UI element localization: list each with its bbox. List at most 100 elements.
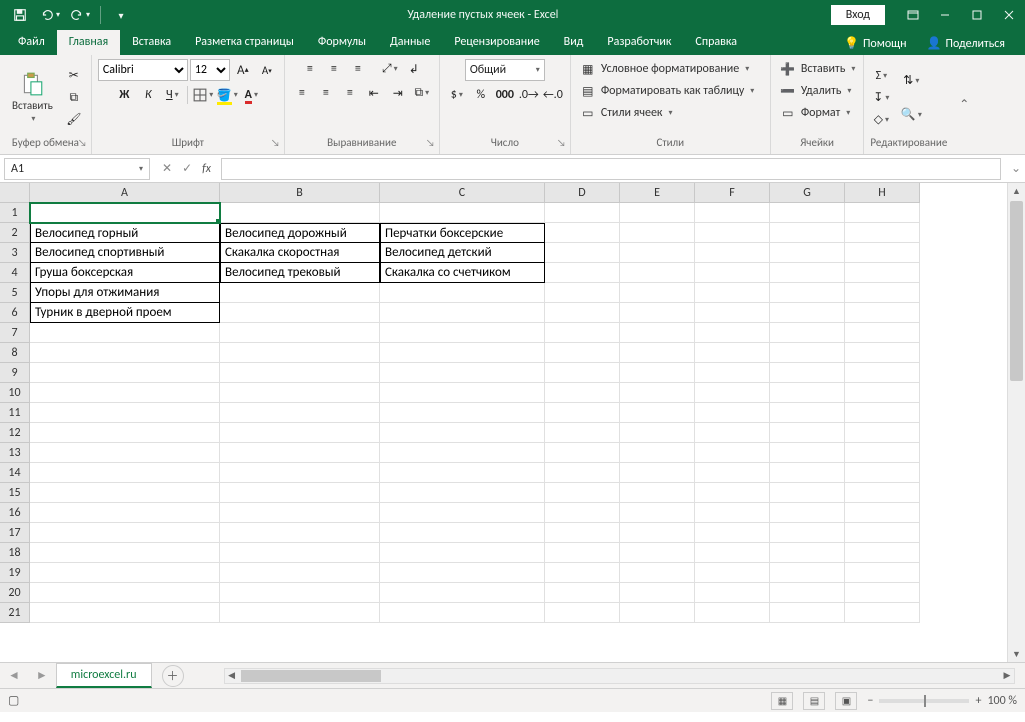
cell[interactable] [380, 603, 545, 623]
sort-filter-icon[interactable]: ⇅▾ [900, 65, 922, 97]
cell[interactable] [545, 503, 620, 523]
fx-icon[interactable]: fx [202, 162, 211, 176]
cell[interactable] [695, 443, 770, 463]
cell[interactable] [380, 463, 545, 483]
cell[interactable] [30, 383, 220, 403]
cell[interactable] [380, 583, 545, 603]
cell[interactable] [30, 483, 220, 503]
cell[interactable] [695, 503, 770, 523]
cell[interactable] [380, 343, 545, 363]
scroll-down-icon[interactable]: ▼ [1008, 646, 1025, 662]
tab-главная[interactable]: Главная [57, 30, 120, 55]
row-header[interactable]: 3 [0, 243, 30, 263]
row-header[interactable]: 8 [0, 343, 30, 363]
cell[interactable] [545, 523, 620, 543]
column-header[interactable]: E [620, 183, 695, 203]
cell[interactable] [845, 223, 920, 243]
scroll-left-icon[interactable]: ◀ [225, 669, 239, 683]
record-macro-icon[interactable]: ▢ [8, 693, 19, 708]
tab-формулы[interactable]: Формулы [306, 30, 378, 55]
cell[interactable] [30, 583, 220, 603]
cell[interactable] [545, 243, 620, 263]
cell[interactable] [620, 583, 695, 603]
cell[interactable] [545, 283, 620, 303]
cell[interactable] [845, 443, 920, 463]
cell[interactable] [30, 563, 220, 583]
cell[interactable] [380, 323, 545, 343]
cell[interactable] [695, 583, 770, 603]
cell[interactable] [770, 483, 845, 503]
cell[interactable]: Велосипед трековый [220, 263, 380, 283]
decrease-decimal-icon[interactable]: ←.0 [542, 85, 564, 105]
cell[interactable] [845, 463, 920, 483]
cell[interactable] [220, 483, 380, 503]
cell[interactable] [220, 283, 380, 303]
format-cells-button[interactable]: ▭Формат▾ [777, 103, 853, 123]
cell[interactable] [620, 203, 695, 223]
cell[interactable] [695, 483, 770, 503]
format-painter-icon[interactable]: 🖌 [63, 110, 85, 130]
cell[interactable] [845, 263, 920, 283]
cell[interactable] [220, 323, 380, 343]
cell[interactable] [695, 463, 770, 483]
cell[interactable] [380, 523, 545, 543]
cell[interactable] [770, 503, 845, 523]
cell[interactable] [770, 523, 845, 543]
cell[interactable] [695, 243, 770, 263]
cell[interactable] [545, 403, 620, 423]
cell[interactable] [220, 503, 380, 523]
currency-icon[interactable]: $▾ [446, 85, 468, 105]
comma-icon[interactable]: 000 [494, 85, 516, 105]
cell[interactable] [620, 303, 695, 323]
align-center-icon[interactable]: ≡ [315, 83, 337, 103]
row-header[interactable]: 19 [0, 563, 30, 583]
cell[interactable] [770, 403, 845, 423]
ribbon-display-icon[interactable] [899, 1, 927, 29]
cell[interactable] [695, 383, 770, 403]
cell[interactable] [845, 363, 920, 383]
row-header[interactable]: 17 [0, 523, 30, 543]
cell[interactable] [845, 203, 920, 223]
cell[interactable] [695, 363, 770, 383]
cell[interactable] [30, 403, 220, 423]
cell[interactable] [220, 343, 380, 363]
maximize-icon[interactable] [963, 1, 991, 29]
cell[interactable] [695, 523, 770, 543]
vertical-scrollbar[interactable]: ▲ ▼ [1007, 183, 1025, 662]
cell[interactable] [695, 223, 770, 243]
font-color-icon[interactable]: A▾ [240, 85, 262, 105]
cell[interactable] [380, 443, 545, 463]
cell[interactable] [220, 603, 380, 623]
signin-button[interactable]: Вход [831, 5, 885, 25]
tab-вид[interactable]: Вид [552, 30, 596, 55]
dialog-launcher-icon[interactable]: ↘ [78, 136, 87, 149]
cell[interactable] [620, 403, 695, 423]
cell[interactable]: Упоры для отжимания [30, 283, 220, 303]
cell[interactable]: Груша боксерская [30, 263, 220, 283]
clear-icon[interactable]: ◇▾ [870, 110, 892, 130]
cell[interactable] [845, 483, 920, 503]
cell[interactable] [220, 463, 380, 483]
cell[interactable] [845, 403, 920, 423]
enter-formula-icon[interactable]: ✓ [182, 161, 192, 176]
cell[interactable] [620, 343, 695, 363]
cell[interactable] [695, 303, 770, 323]
cell[interactable] [30, 443, 220, 463]
tab-файл[interactable]: Файл [6, 30, 57, 55]
cell[interactable] [845, 383, 920, 403]
cancel-formula-icon[interactable]: ✕ [162, 161, 172, 176]
row-header[interactable]: 20 [0, 583, 30, 603]
copy-icon[interactable]: ⧉ [63, 88, 85, 108]
cell[interactable] [770, 383, 845, 403]
increase-decimal-icon[interactable]: .0→ [518, 85, 540, 105]
cell[interactable] [220, 303, 380, 323]
scroll-thumb[interactable] [1010, 201, 1023, 381]
cell[interactable] [620, 423, 695, 443]
cell[interactable]: Велосипед детский [380, 243, 545, 263]
cell[interactable] [845, 563, 920, 583]
row-header[interactable]: 2 [0, 223, 30, 243]
row-header[interactable]: 12 [0, 423, 30, 443]
row-header[interactable]: 9 [0, 363, 30, 383]
select-all-corner[interactable] [0, 183, 30, 203]
italic-icon[interactable]: К [137, 85, 159, 105]
